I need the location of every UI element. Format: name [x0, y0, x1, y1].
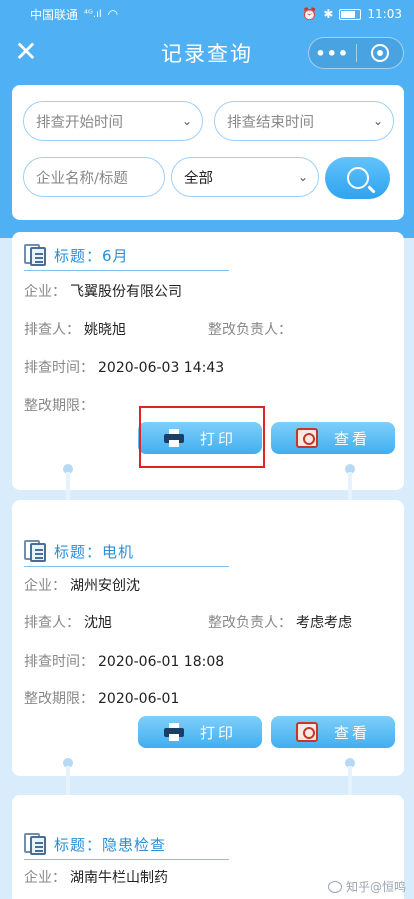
print-label: 打印	[199, 723, 236, 742]
end-time-picker[interactable]: 排查结束时间 ⌄	[214, 101, 394, 141]
record-title: 标题：6月	[54, 245, 129, 266]
search-button[interactable]	[325, 157, 390, 199]
title-underline	[24, 566, 229, 567]
rectify-owner-row: 整改负责人：	[208, 319, 296, 339]
carrier-label: 中国联通	[30, 7, 79, 22]
print-label: 打印	[199, 429, 236, 448]
check-time-value: 2020-06-01 18:08	[98, 654, 225, 670]
signal-icon: ⁴ᴳ.ıl	[84, 8, 102, 20]
search-icon	[346, 167, 369, 189]
start-time-placeholder: 排查开始时间	[36, 114, 123, 131]
document-icon	[24, 540, 48, 562]
clock: 11:03	[367, 7, 402, 21]
deadline-label: 整改期限：	[24, 398, 94, 414]
battery-icon	[339, 8, 362, 20]
rectify-owner-value: 考虑考虑	[296, 615, 352, 631]
more-button[interactable]: •••	[309, 38, 356, 68]
company-row: 企业： 湖南牛栏山制药	[24, 867, 168, 887]
start-time-picker[interactable]: 排查开始时间 ⌄	[23, 101, 203, 141]
keyword-input[interactable]: 企业名称/标题	[23, 157, 165, 197]
company-row: 企业： 飞翼股份有限公司	[24, 281, 182, 301]
company-label: 企业：	[24, 578, 66, 594]
page-title: 记录查询	[161, 42, 253, 66]
check-time-label: 排查时间：	[24, 654, 94, 670]
rectify-owner-label: 整改负责人：	[208, 615, 292, 631]
status-bar: 中国联通 ⁴ᴳ.ıl ◠ ⏰ ✱ 11:03	[0, 0, 414, 28]
close-icon[interactable]: ✕	[12, 38, 40, 66]
print-button[interactable]: 打印	[138, 422, 262, 454]
keyword-placeholder: 企业名称/标题	[36, 170, 128, 187]
view-icon	[295, 722, 318, 742]
title-value: 电机	[102, 542, 135, 561]
record-title: 标题：隐患检查	[54, 834, 166, 855]
view-button[interactable]: 查看	[271, 422, 395, 454]
end-time-placeholder: 排查结束时间	[227, 114, 314, 131]
deadline-row: 整改期限：	[24, 395, 98, 415]
printer-icon	[163, 723, 184, 741]
print-button[interactable]: 打印	[138, 716, 262, 748]
more-dots-icon: •••	[315, 43, 350, 63]
company-label: 企业：	[24, 870, 66, 886]
company-row: 企业： 湖州安创沈	[24, 575, 140, 595]
record-header: 标题：电机	[24, 540, 134, 562]
mini-program-capsule: •••	[308, 37, 404, 69]
nav-bar: ✕ 记录查询 •••	[0, 28, 414, 78]
inspector-label: 排查人：	[24, 615, 80, 631]
category-value: 全部	[184, 170, 213, 187]
deadline-label: 整改期限：	[24, 691, 94, 707]
category-select[interactable]: 全部 ⌄	[171, 157, 319, 197]
view-label: 查看	[333, 723, 370, 742]
rectify-owner-label: 整改负责人：	[208, 322, 292, 338]
watermark-text: 知乎@恒鸣	[345, 880, 406, 894]
record-card: 标题：电机 企业： 湖州安创沈 排查人： 沈旭 整改负责人： 考虑考虑 排查时间： 20…	[12, 500, 404, 776]
exit-button[interactable]	[357, 38, 404, 68]
view-button[interactable]: 查看	[271, 716, 395, 748]
inspector-row: 排查人： 沈旭	[24, 612, 112, 632]
inspector-value: 沈旭	[84, 615, 112, 631]
deadline-value: 2020-06-01	[98, 691, 180, 707]
title-underline	[24, 270, 229, 271]
target-icon	[370, 44, 389, 62]
company-value: 湖州安创沈	[70, 578, 140, 594]
title-prefix: 标题：	[54, 835, 103, 854]
inspector-row: 排查人： 姚晓旭	[24, 319, 126, 339]
inspector-label: 排查人：	[24, 322, 80, 338]
view-icon	[295, 428, 318, 448]
document-icon	[24, 833, 48, 855]
document-icon	[24, 244, 48, 266]
rectify-owner-row: 整改负责人： 考虑考虑	[208, 612, 352, 632]
deadline-row: 整改期限： 2020-06-01	[24, 688, 179, 708]
bluetooth-icon: ✱	[323, 7, 334, 21]
title-prefix: 标题：	[54, 542, 103, 561]
weibo-icon	[327, 880, 342, 893]
inspector-value: 姚晓旭	[84, 322, 126, 338]
printer-icon	[163, 429, 184, 447]
wifi-icon: ◠	[107, 7, 119, 21]
chevron-down-icon: ⌄	[372, 114, 383, 128]
record-card: 标题：6月 企业： 飞翼股份有限公司 排查人： 姚晓旭 整改负责人： 排查时间： 20…	[12, 232, 404, 490]
title-value: 6月	[102, 246, 129, 265]
watermark: 知乎@恒鸣	[327, 878, 406, 895]
record-header: 标题：6月	[24, 244, 129, 266]
record-header: 标题：隐患检查	[24, 833, 166, 855]
company-label: 企业：	[24, 284, 66, 300]
alarm-icon: ⏰	[302, 7, 318, 21]
company-value: 湖南牛栏山制药	[70, 870, 168, 886]
chevron-down-icon: ⌄	[181, 114, 192, 128]
title-prefix: 标题：	[54, 246, 103, 265]
view-label: 查看	[333, 429, 370, 448]
check-time-row: 排查时间： 2020-06-03 14:43	[24, 357, 224, 377]
check-time-value: 2020-06-03 14:43	[98, 360, 225, 376]
check-time-label: 排查时间：	[24, 360, 94, 376]
record-title: 标题：电机	[54, 541, 134, 562]
company-value: 飞翼股份有限公司	[70, 284, 182, 300]
check-time-row: 排查时间： 2020-06-01 18:08	[24, 651, 224, 671]
title-value: 隐患检查	[102, 835, 167, 854]
chevron-down-icon: ⌄	[297, 170, 308, 184]
title-underline	[24, 859, 229, 860]
